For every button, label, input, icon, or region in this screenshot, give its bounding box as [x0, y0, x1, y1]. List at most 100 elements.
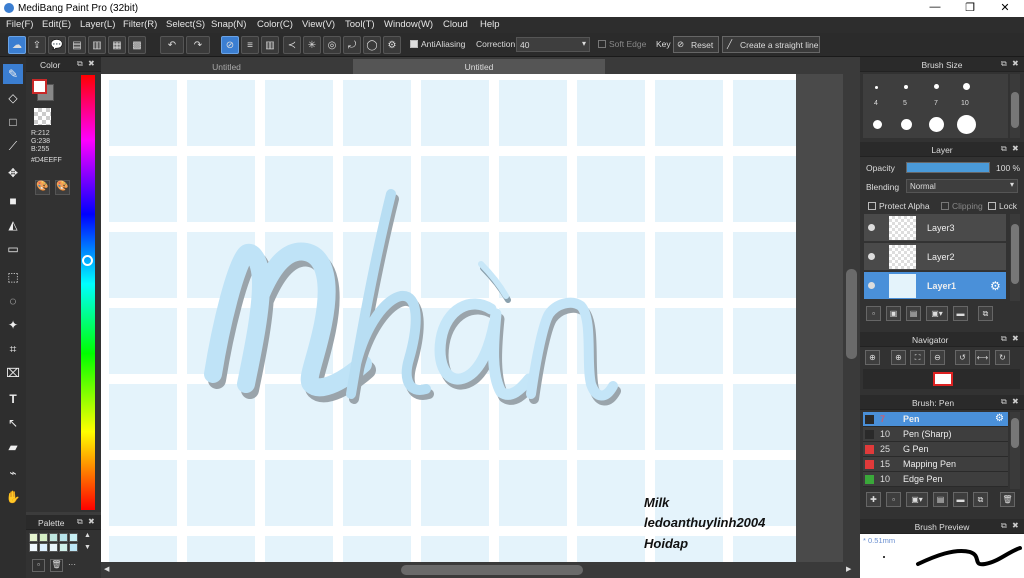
brush-new-icon[interactable]: ▫	[886, 492, 901, 507]
delete-palette-icon[interactable]: 🗑	[50, 559, 63, 572]
close-icon[interactable]: ✕	[995, 1, 1015, 14]
copy-layer-icon[interactable]: ▣	[886, 306, 901, 321]
protect-alpha-toggle[interactable]: Protect Alpha	[868, 201, 930, 211]
duplicate-icon[interactable]: ⧉	[978, 306, 993, 321]
fit-icon[interactable]: ⛶	[910, 350, 925, 365]
circle-snap-icon[interactable]: ◎	[323, 36, 341, 54]
settings-snap-icon[interactable]: ⚙	[383, 36, 401, 54]
menu-color[interactable]: Color(C)	[257, 19, 293, 30]
select-pen-tool-icon[interactable]: ⌗	[3, 339, 23, 359]
color-wheel-icon[interactable]: 🎨	[35, 180, 50, 195]
foreground-color-swatch[interactable]	[32, 79, 47, 94]
curve-snap-icon[interactable]: ⤾	[343, 36, 361, 54]
palette-swatch[interactable]	[49, 543, 58, 552]
horizontal-scroll-thumb[interactable]	[401, 565, 583, 575]
visibility-icon[interactable]	[868, 253, 875, 260]
popout-icon[interactable]: ⧉	[77, 59, 83, 69]
folder-icon[interactable]: ▬	[953, 306, 968, 321]
layer-row[interactable]: Layer3	[864, 214, 1006, 242]
drawing-canvas[interactable]: Milk ledoanthuylinh2004 Hoidap	[101, 74, 796, 562]
layer-row[interactable]: Layer2	[864, 243, 1006, 271]
vertical-scroll-thumb[interactable]	[846, 269, 857, 359]
brush-size-option[interactable]	[901, 119, 912, 130]
message-icon[interactable]: ▤	[68, 36, 86, 54]
comment-icon[interactable]: 💬	[48, 36, 66, 54]
brush-doc-icon[interactable]: ▤	[933, 492, 948, 507]
visibility-icon[interactable]	[868, 224, 875, 231]
layer-scrollbar[interactable]	[1010, 214, 1020, 301]
close-panel-icon[interactable]: ✖	[1012, 59, 1019, 68]
clipping-checkbox[interactable]	[941, 202, 949, 210]
correction-select[interactable]: 40 ▾	[516, 37, 590, 52]
add-palette-icon[interactable]: ▫	[32, 559, 45, 572]
text-tool-icon[interactable]: T	[3, 389, 23, 409]
zoom-in-icon[interactable]: ⊕	[865, 350, 880, 365]
color-settings-icon[interactable]: 🎨	[55, 180, 70, 195]
lock-toggle[interactable]: Lock	[988, 201, 1017, 211]
brush-item[interactable]: 15 Mapping Pen	[863, 457, 1008, 472]
brush-size-scrollbar[interactable]	[1010, 74, 1020, 138]
grid-doc-icon[interactable]: ▦	[108, 36, 126, 54]
zoom-out-icon[interactable]: ⊖	[930, 350, 945, 365]
popout-icon[interactable]: ⧉	[77, 517, 83, 527]
palette-swatch[interactable]	[29, 533, 38, 542]
close-panel-icon[interactable]: ✖	[88, 517, 95, 526]
close-panel-icon[interactable]: ✖	[88, 59, 95, 68]
popout-icon[interactable]: ⧉	[1001, 334, 1007, 344]
menu-tool[interactable]: Tool(T)	[345, 19, 375, 30]
brush-folder-icon[interactable]: ▬	[953, 492, 968, 507]
brush-size-option[interactable]	[873, 120, 882, 129]
operation-tool-icon[interactable]: ↖	[3, 413, 23, 433]
menu-cloud[interactable]: Cloud	[443, 19, 468, 30]
brush-add-icon[interactable]: ✚	[866, 492, 881, 507]
popout-icon[interactable]: ⧉	[1001, 521, 1007, 531]
hue-slider-thumb[interactable]	[82, 255, 93, 266]
menu-window[interactable]: Window(W)	[384, 19, 433, 30]
document-icon[interactable]: ▥	[88, 36, 106, 54]
palette-swatch[interactable]	[39, 533, 48, 542]
brush-size-option[interactable]	[904, 85, 908, 89]
palette-scroll-up-icon[interactable]: ▲	[84, 532, 91, 539]
divide-tool-icon[interactable]: ▰	[3, 437, 23, 457]
clipping-toggle[interactable]: Clipping	[941, 201, 983, 211]
hand-tool-icon[interactable]: ✋	[3, 487, 23, 507]
palette-swatch[interactable]	[59, 533, 68, 542]
snap-off-icon[interactable]: ⊘	[221, 36, 239, 54]
brush-item[interactable]: 10 Edge Pen	[863, 472, 1008, 487]
rotate-right-icon[interactable]: ↻	[995, 350, 1010, 365]
brush-copy-icon[interactable]: ⧉	[973, 492, 988, 507]
menu-filter[interactable]: Filter(R)	[123, 19, 157, 30]
minimize-icon[interactable]: —	[925, 1, 945, 13]
protect-alpha-checkbox[interactable]	[868, 202, 876, 210]
brush-size-option[interactable]	[934, 84, 939, 89]
palette-menu-icon[interactable]: ···	[68, 560, 76, 569]
close-panel-icon[interactable]: ✖	[1012, 144, 1019, 153]
cloud-icon[interactable]: ☁	[8, 36, 26, 54]
lasso-tool-icon[interactable]: ◌	[3, 291, 23, 311]
hue-slider[interactable]	[81, 75, 95, 510]
palette-swatch[interactable]	[69, 533, 78, 542]
brush-item-selected[interactable]: 7 Pen ⚙	[863, 412, 1008, 427]
layer-template-icon[interactable]: ▤	[906, 306, 921, 321]
soft-edge-toggle[interactable]: Soft Edge	[598, 39, 646, 49]
rectangle-tool-icon[interactable]: □	[3, 112, 23, 132]
add-layer-menu-icon[interactable]: ▣▾	[926, 306, 948, 321]
menu-help[interactable]: Help	[480, 19, 500, 30]
rotate-left-icon[interactable]: ↺	[955, 350, 970, 365]
tab-untitled-1[interactable]: Untitled	[101, 59, 352, 74]
navigator-preview[interactable]	[863, 369, 1020, 389]
brush-scroll-thumb[interactable]	[1011, 418, 1019, 448]
palette-swatch[interactable]	[59, 543, 68, 552]
undo-icon[interactable]: ↶	[160, 36, 184, 54]
soft-edge-checkbox[interactable]	[598, 40, 606, 48]
gear-icon[interactable]: ⚙	[995, 413, 1004, 424]
visibility-icon[interactable]	[868, 282, 875, 289]
palette-swatch[interactable]	[39, 543, 48, 552]
layer-scroll-thumb[interactable]	[1011, 224, 1019, 284]
brush-size-option[interactable]	[929, 117, 944, 132]
move-tool-icon[interactable]: ✥	[3, 163, 23, 183]
maximize-icon[interactable]: ❐	[960, 1, 980, 14]
eyedropper-tool-icon[interactable]: ⌁	[3, 463, 23, 483]
gear-icon[interactable]: ⚙	[990, 279, 1001, 293]
menu-view[interactable]: View(V)	[302, 19, 335, 30]
